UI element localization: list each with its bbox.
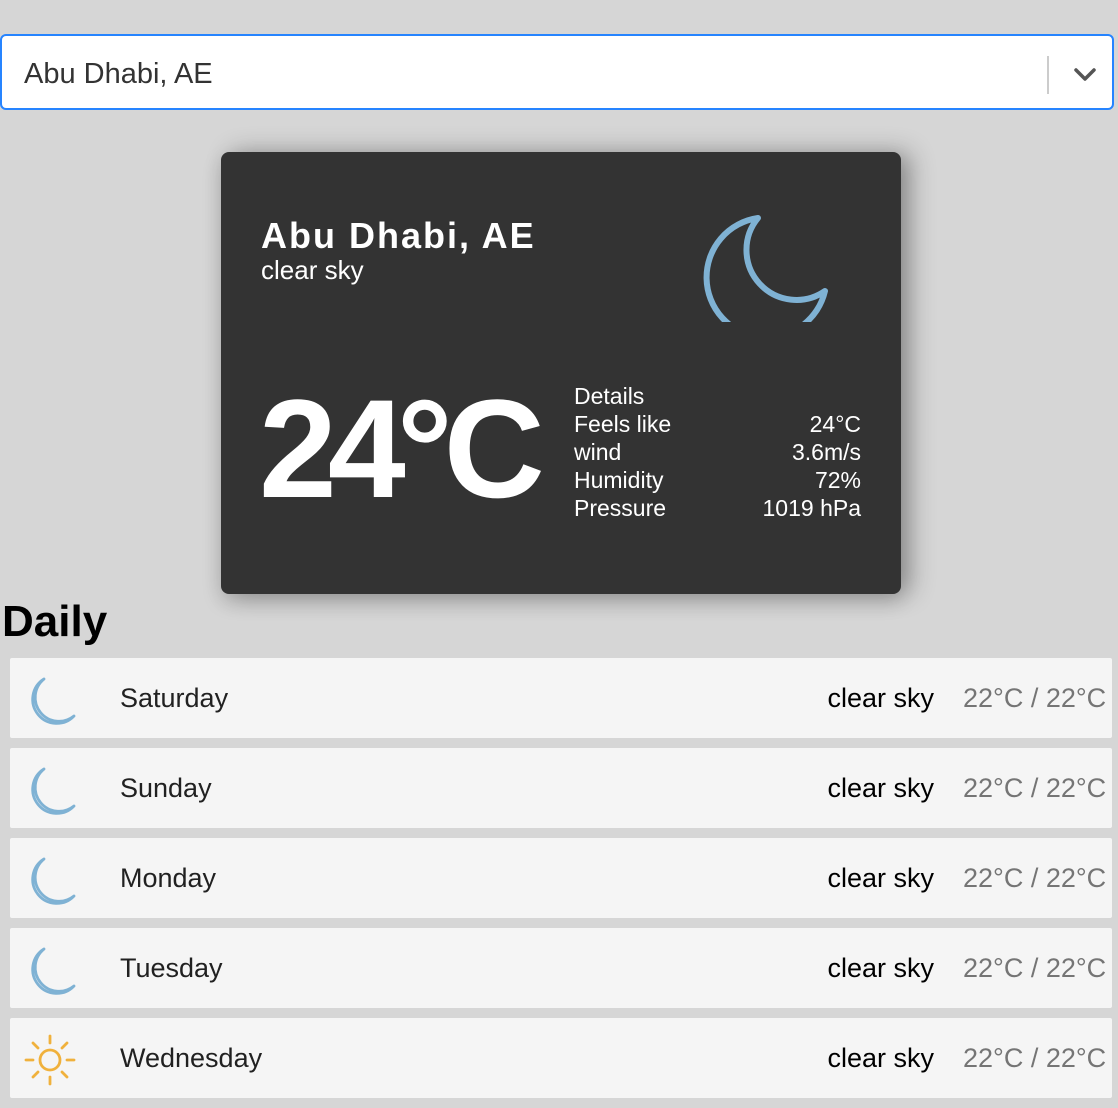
moon-icon	[31, 677, 76, 725]
moon-icon	[31, 947, 76, 995]
day-temps: 22°C / 22°C	[963, 953, 1107, 983]
list-item[interactable]: Sunday clear sky 22°C / 22°C	[10, 748, 1112, 828]
location-select[interactable]: Abu Dhabi, AE	[0, 34, 1114, 110]
list-item[interactable]: Saturday clear sky 22°C / 22°C	[10, 658, 1112, 738]
detail-label: wind	[574, 439, 622, 465]
day-name: Wednesday	[120, 1043, 263, 1073]
list-item[interactable]: Monday clear sky 22°C / 22°C	[10, 838, 1112, 918]
current-description: clear sky	[261, 255, 364, 285]
detail-value: 72%	[814, 467, 861, 493]
day-description: clear sky	[827, 953, 934, 983]
day-temps: 22°C / 22°C	[963, 1043, 1107, 1073]
day-description: clear sky	[827, 863, 934, 893]
detail-label: Feels like	[574, 411, 672, 437]
day-description: clear sky	[827, 773, 934, 803]
day-description: clear sky	[827, 1043, 934, 1073]
detail-row-wind: wind 3.6m/s	[574, 438, 861, 466]
detail-row-humidity: Humidity 72%	[574, 466, 861, 494]
details-header: Details	[574, 382, 861, 410]
sun-icon	[24, 1034, 76, 1086]
moon-icon	[703, 215, 828, 322]
daily-title: Daily	[2, 597, 108, 646]
moon-icon	[31, 857, 76, 905]
detail-value: 24°C	[809, 411, 861, 437]
day-temps: 22°C / 22°C	[963, 683, 1107, 713]
day-name: Tuesday	[120, 953, 223, 983]
moon-icon	[31, 767, 76, 815]
day-name: Sunday	[120, 773, 212, 803]
day-name: Monday	[120, 863, 217, 893]
detail-value: 1019 hPa	[762, 495, 861, 521]
daily-forecast-list: Saturday clear sky 22°C / 22°C Sunday cl…	[10, 658, 1112, 1108]
current-temperature: 24°C	[259, 370, 545, 527]
detail-value: 3.6m/s	[791, 439, 861, 465]
day-description: clear sky	[827, 683, 934, 713]
current-weather-card: Abu Dhabi, AE clear sky 24°C Details Fee…	[221, 152, 901, 594]
day-name: Saturday	[120, 683, 229, 713]
detail-row-pressure: Pressure 1019 hPa	[574, 494, 861, 522]
chevron-down-icon[interactable]	[1070, 60, 1100, 88]
detail-label: Humidity	[574, 467, 664, 493]
list-item[interactable]: Wednesday clear sky 22°C / 22°C	[10, 1018, 1112, 1098]
detail-label: Pressure	[574, 495, 667, 521]
location-select-value: Abu Dhabi, AE	[24, 58, 213, 90]
select-separator	[1047, 56, 1049, 94]
detail-row-feels-like: Feels like 24°C	[574, 410, 861, 438]
day-temps: 22°C / 22°C	[963, 863, 1107, 893]
current-city: Abu Dhabi, AE	[261, 215, 536, 256]
details-title: Details	[574, 383, 645, 409]
list-item[interactable]: Tuesday clear sky 22°C / 22°C	[10, 928, 1112, 1008]
details-panel: Details Feels like 24°C wind 3.6m/s Humi…	[574, 382, 861, 522]
day-temps: 22°C / 22°C	[963, 773, 1107, 803]
